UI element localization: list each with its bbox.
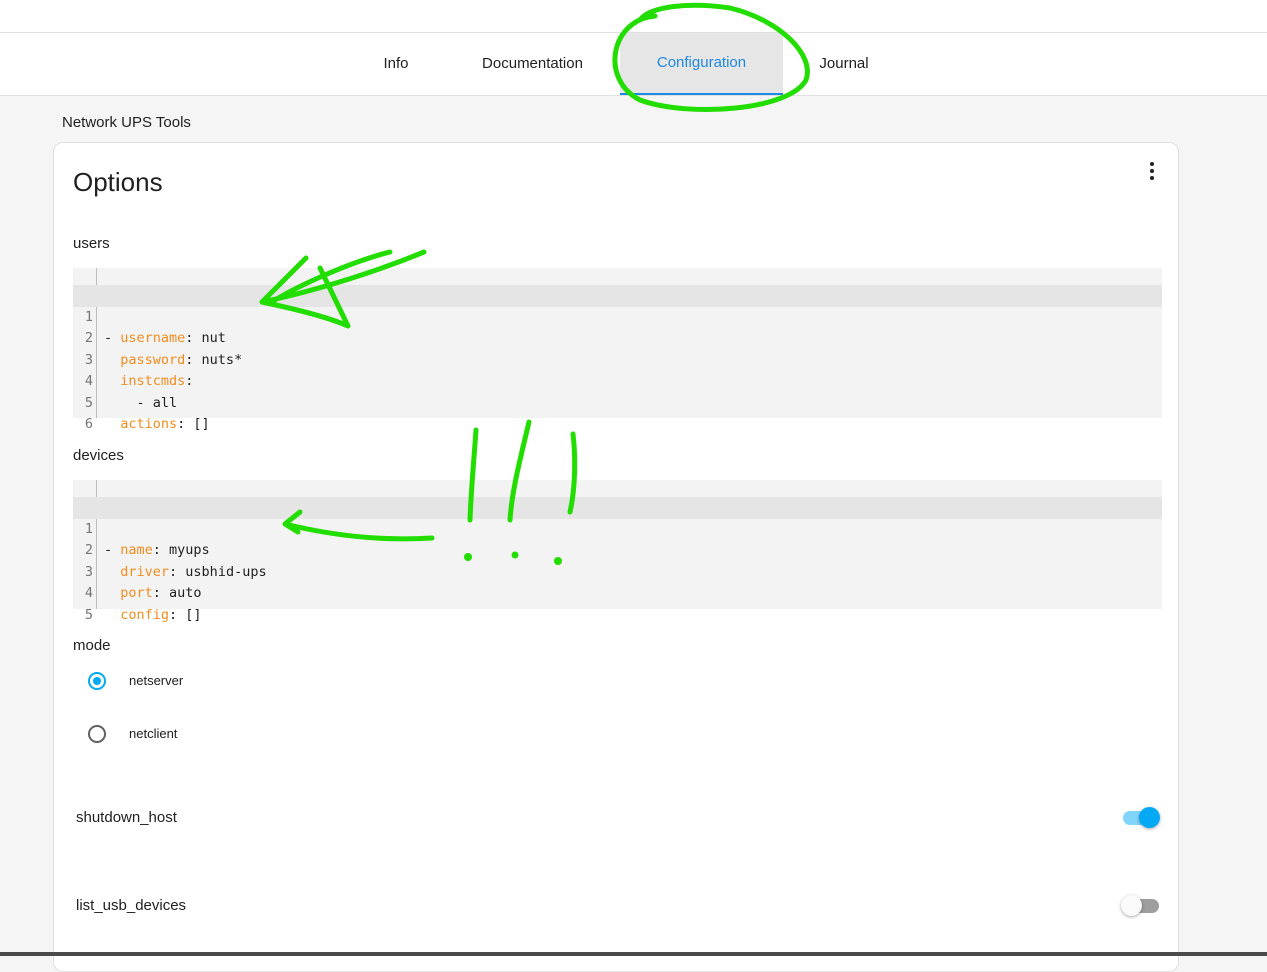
devices-label: devices [73,447,124,464]
radio-checked-icon [88,672,106,690]
code-line: 2 driver: usbhid-ups [84,542,267,580]
radio-label: netserver [129,673,184,688]
radio-unchecked-icon [88,725,106,743]
list-usb-devices-toggle[interactable] [1121,895,1161,916]
users-label: users [73,235,110,252]
code-line: 1 - username: nut [73,285,1162,346]
card-title: Options [73,167,163,197]
code-line: 2 password: nuts* [84,330,243,368]
code-line: 5 [84,606,93,623]
active-tab-indicator [620,93,783,95]
devices-yaml-editor[interactable]: 1 - name: myups 2 driver: usbhid-ups 3 p… [73,480,1162,623]
addon-name: Network UPS Tools [62,114,191,131]
radio-netclient[interactable]: netclient [88,725,228,749]
users-yaml-editor[interactable]: 1 - username: nut 2 password: nuts* 3 in… [73,268,1162,433]
code-line: 3 port: auto [84,563,202,602]
code-line: 5 actions: [] [84,394,210,433]
tab-configuration-label: Configuration [656,54,747,71]
mode-label: mode [73,637,111,654]
top-strip [0,0,1267,32]
list-usb-devices-label: list_usb_devices [76,897,187,914]
tab-configuration[interactable]: Configuration [620,33,783,95]
code-line: 6 [84,416,93,432]
radio-label: netclient [129,726,178,741]
options-card: Options users 1 - username: nut 2 passwo… [53,142,1179,972]
code-line: 4 config: [] [84,585,202,623]
code-line: 1 - name: myups [73,497,1162,558]
code-line: 4 - all [84,373,178,411]
shutdown-host-label: shutdown_host [76,809,177,826]
tab-journal[interactable]: Journal [803,33,885,95]
tab-info[interactable]: Info [356,33,436,95]
tab-documentation[interactable]: Documentation [464,33,601,95]
code-line: 3 instcmds: [84,351,194,390]
bottom-bar [0,952,1267,956]
shutdown-host-toggle[interactable] [1121,807,1161,828]
dots-vertical-icon[interactable] [1144,159,1160,183]
tab-bar: Info Documentation Configuration Journal [0,32,1267,96]
radio-netserver[interactable]: netserver [88,672,228,696]
